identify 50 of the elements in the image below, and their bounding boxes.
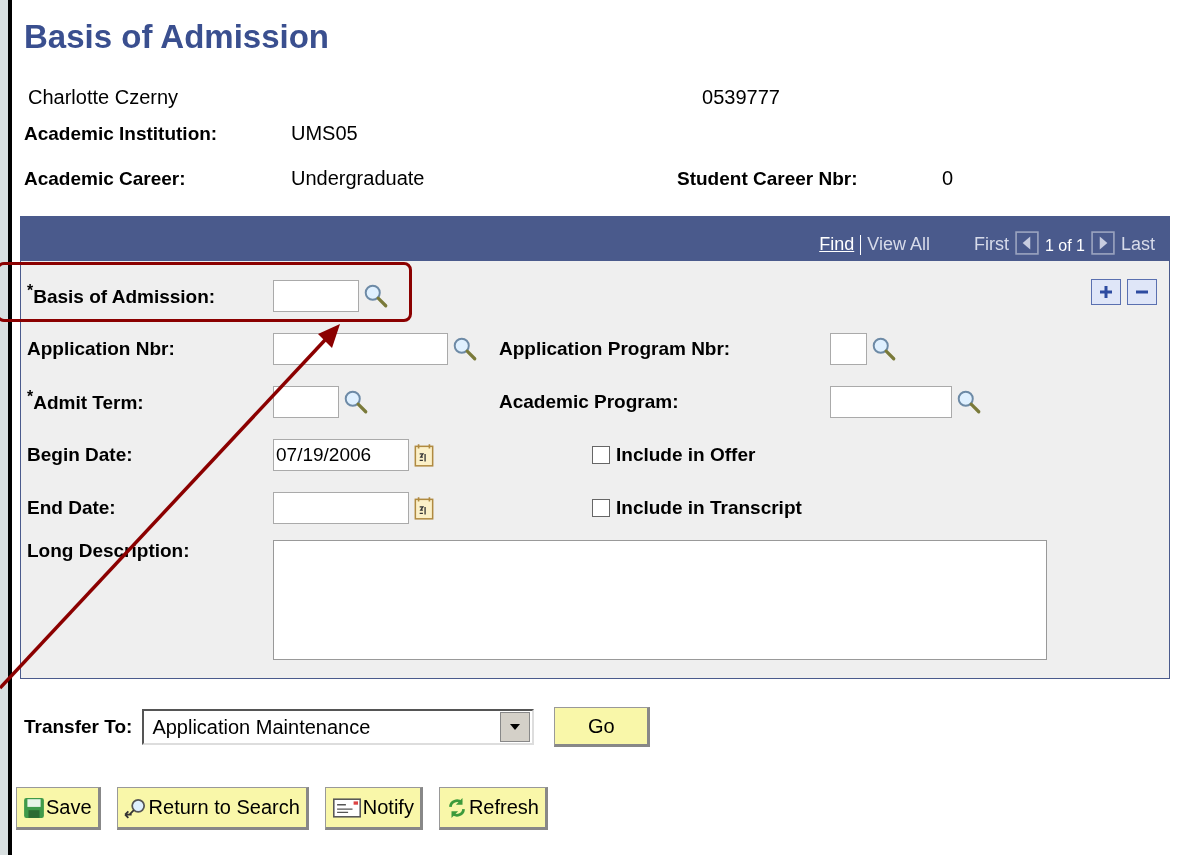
- input-field[interactable]: [830, 332, 867, 365]
- refresh-button[interactable]: Refresh: [438, 787, 548, 830]
- page-title: Basis of Admission: [23, 17, 330, 57]
- field-label: Begin Date:: [27, 443, 134, 466]
- field-label: $^{*}$Basis of Admission:: [27, 282, 217, 309]
- notification-icon: [331, 796, 362, 819]
- student-name: Charlotte Czerny: [28, 86, 179, 110]
- find-link[interactable]: Find: [819, 234, 855, 255]
- field-label: End Date:: [27, 496, 117, 519]
- search-icon[interactable]: [452, 335, 478, 362]
- field-label: Transfer To:: [24, 716, 133, 738]
- field-label: Academic Career:: [24, 168, 187, 190]
- input-field[interactable]: [273, 279, 359, 312]
- dropdown-arrow-icon: [510, 724, 521, 730]
- field-label: Application Nbr:: [27, 337, 176, 360]
- transfer-dropdown[interactable]: Application Maintenance: [142, 709, 535, 745]
- field-label: $^{*}$Admit Term:: [27, 388, 145, 415]
- save-button[interactable]: Save: [16, 787, 101, 830]
- search-icon[interactable]: [956, 388, 982, 415]
- row-counter: 1 of 1: [1044, 237, 1085, 255]
- input-field[interactable]: 07/19/2006: [273, 438, 409, 471]
- plus-icon: [1098, 284, 1114, 300]
- calendar-icon[interactable]: [413, 441, 435, 468]
- go-button[interactable]: Go: [554, 707, 651, 747]
- field-value: 0: [942, 167, 954, 190]
- return-search-icon: [123, 796, 148, 819]
- checkbox-label: Include in Offer: [616, 443, 756, 466]
- field-value: Undergraduate: [291, 167, 426, 190]
- checkbox[interactable]: [592, 498, 610, 517]
- checkbox-label: Include in Transcript: [616, 496, 802, 519]
- input-field[interactable]: [273, 332, 448, 365]
- search-icon[interactable]: [343, 388, 369, 415]
- student-id: 0539777: [702, 86, 780, 110]
- field-label: Application Program Nbr:: [499, 337, 732, 360]
- input-field[interactable]: [273, 491, 409, 524]
- search-icon[interactable]: [871, 335, 897, 362]
- search-button[interactable]: Return to Search: [116, 787, 309, 830]
- field-label: Student Career Nbr:: [677, 168, 859, 190]
- search-icon[interactable]: [363, 282, 389, 309]
- description-field[interactable]: [273, 540, 1047, 660]
- field-value: UMS05: [291, 122, 359, 145]
- notify-button[interactable]: Notify: [324, 787, 423, 830]
- calendar-icon[interactable]: [413, 494, 435, 521]
- delete-row-button[interactable]: [1127, 279, 1157, 305]
- input-field[interactable]: [830, 385, 952, 418]
- field-label: Academic Program:: [499, 390, 680, 413]
- input-field[interactable]: [273, 385, 339, 418]
- checkbox[interactable]: [592, 445, 610, 464]
- add-row-button[interactable]: [1091, 279, 1121, 305]
- field-label: Academic Institution:: [24, 123, 219, 145]
